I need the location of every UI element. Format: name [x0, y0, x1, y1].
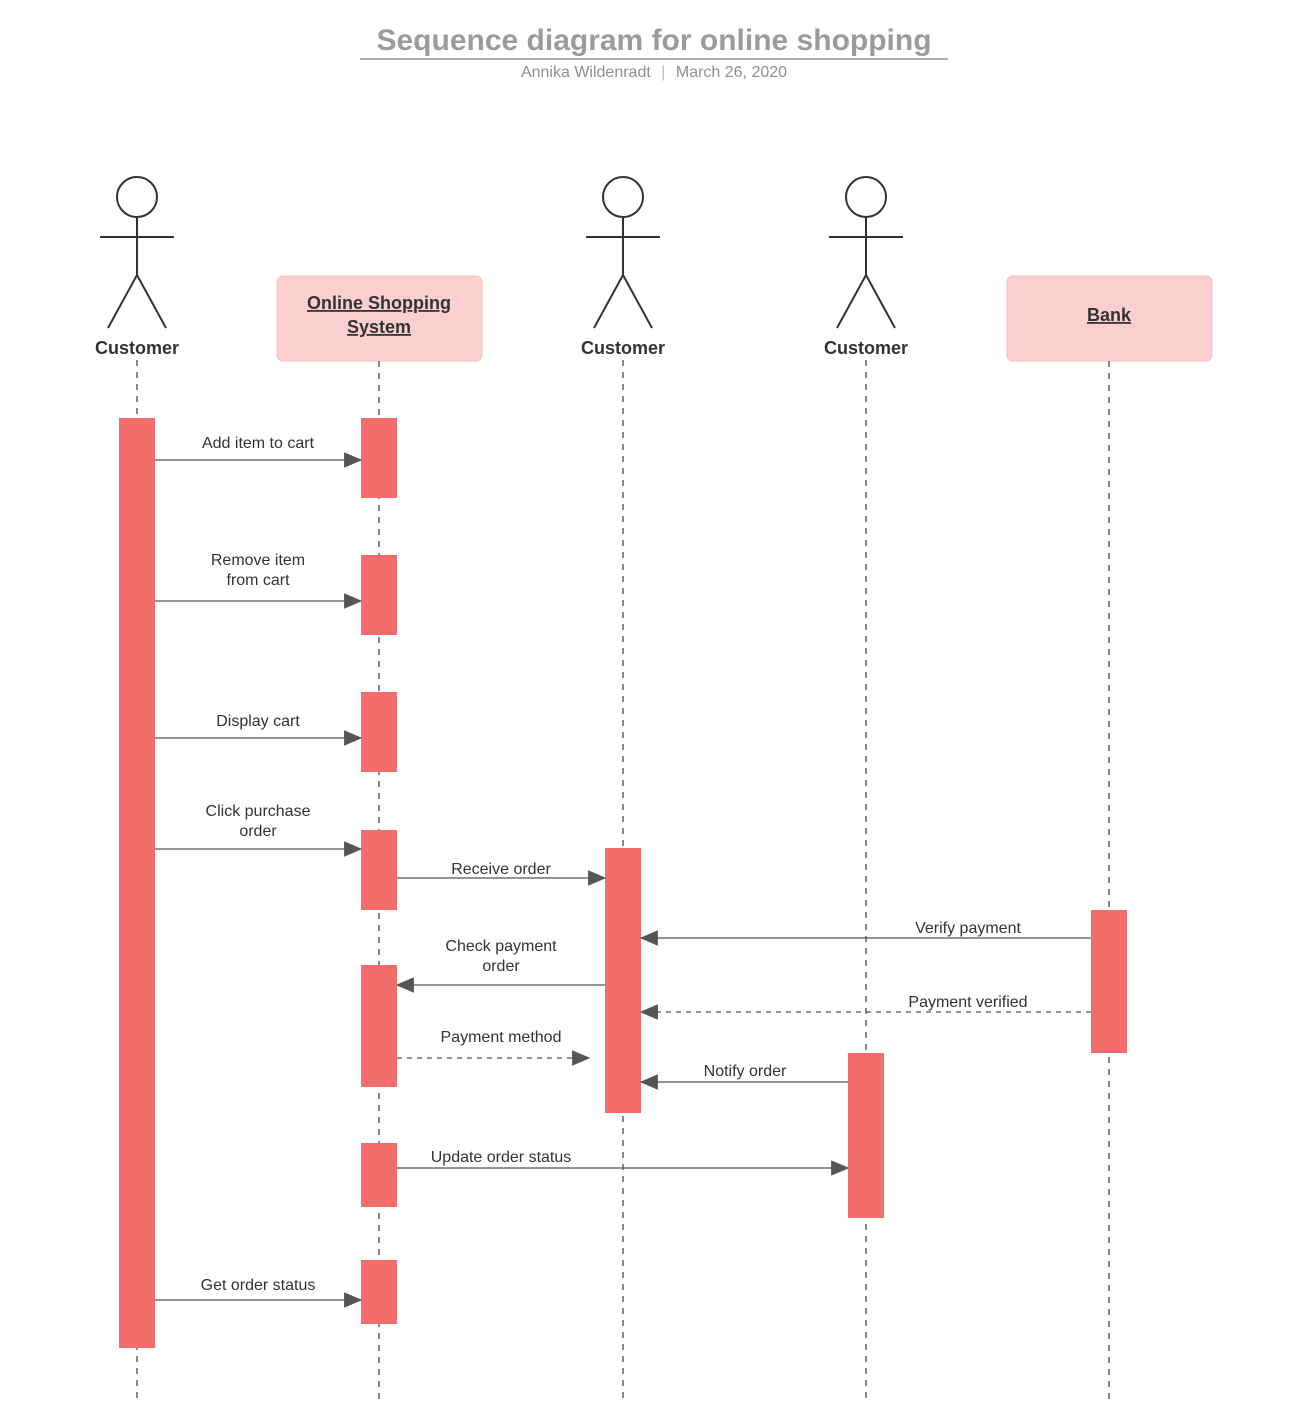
activation-system-6 [361, 1143, 397, 1207]
lane-label-bank: Bank [1087, 305, 1132, 325]
activation-system-1 [361, 418, 397, 498]
activation-system-3 [361, 692, 397, 772]
message-label-remove-item-1: Remove item [211, 552, 305, 569]
message-label-click-purchase-2: order [239, 823, 277, 840]
activation-system-5 [361, 965, 397, 1087]
actor-label-customer-3: Customer [824, 338, 908, 358]
activation-customer-1 [119, 418, 155, 1348]
activation-customer-3 [848, 1053, 884, 1218]
message-label-get-status: Get order status [201, 1277, 316, 1294]
message-label-click-purchase-1: Click purchase [206, 803, 311, 820]
activation-system-2 [361, 555, 397, 635]
actor-customer-2: Customer [581, 177, 665, 358]
activation-system-4 [361, 830, 397, 910]
lane-bank: Bank [1007, 276, 1212, 361]
message-label-payment-verified: Payment verified [908, 994, 1027, 1011]
message-label-receive-order: Receive order [451, 861, 551, 878]
message-label-check-payment-2: order [482, 958, 520, 975]
message-label-remove-item-2: from cart [226, 572, 290, 589]
actor-customer-3: Customer [824, 177, 908, 358]
message-label-payment-method: Payment method [441, 1029, 562, 1046]
actor-customer-1: Customer [95, 177, 179, 358]
message-label-add-item: Add item to cart [202, 435, 315, 452]
actor-label-customer-1: Customer [95, 338, 179, 358]
message-label-notify-order: Notify order [704, 1063, 787, 1080]
message-label-update-order: Update order status [431, 1149, 572, 1166]
activation-system-7 [361, 1260, 397, 1324]
message-label-verify-payment: Verify payment [915, 920, 1021, 937]
sequence-diagram: Customer Online Shopping System Customer… [0, 0, 1308, 1422]
lane-system: Online Shopping System [277, 276, 482, 361]
message-label-display-cart: Display cart [216, 713, 300, 730]
activation-customer-2 [605, 848, 641, 1113]
message-label-check-payment-1: Check payment [445, 938, 557, 955]
lane-label-system-1: Online Shopping [307, 293, 451, 313]
actor-label-customer-2: Customer [581, 338, 665, 358]
lane-label-system-2: System [347, 317, 411, 337]
activation-bank [1091, 910, 1127, 1053]
